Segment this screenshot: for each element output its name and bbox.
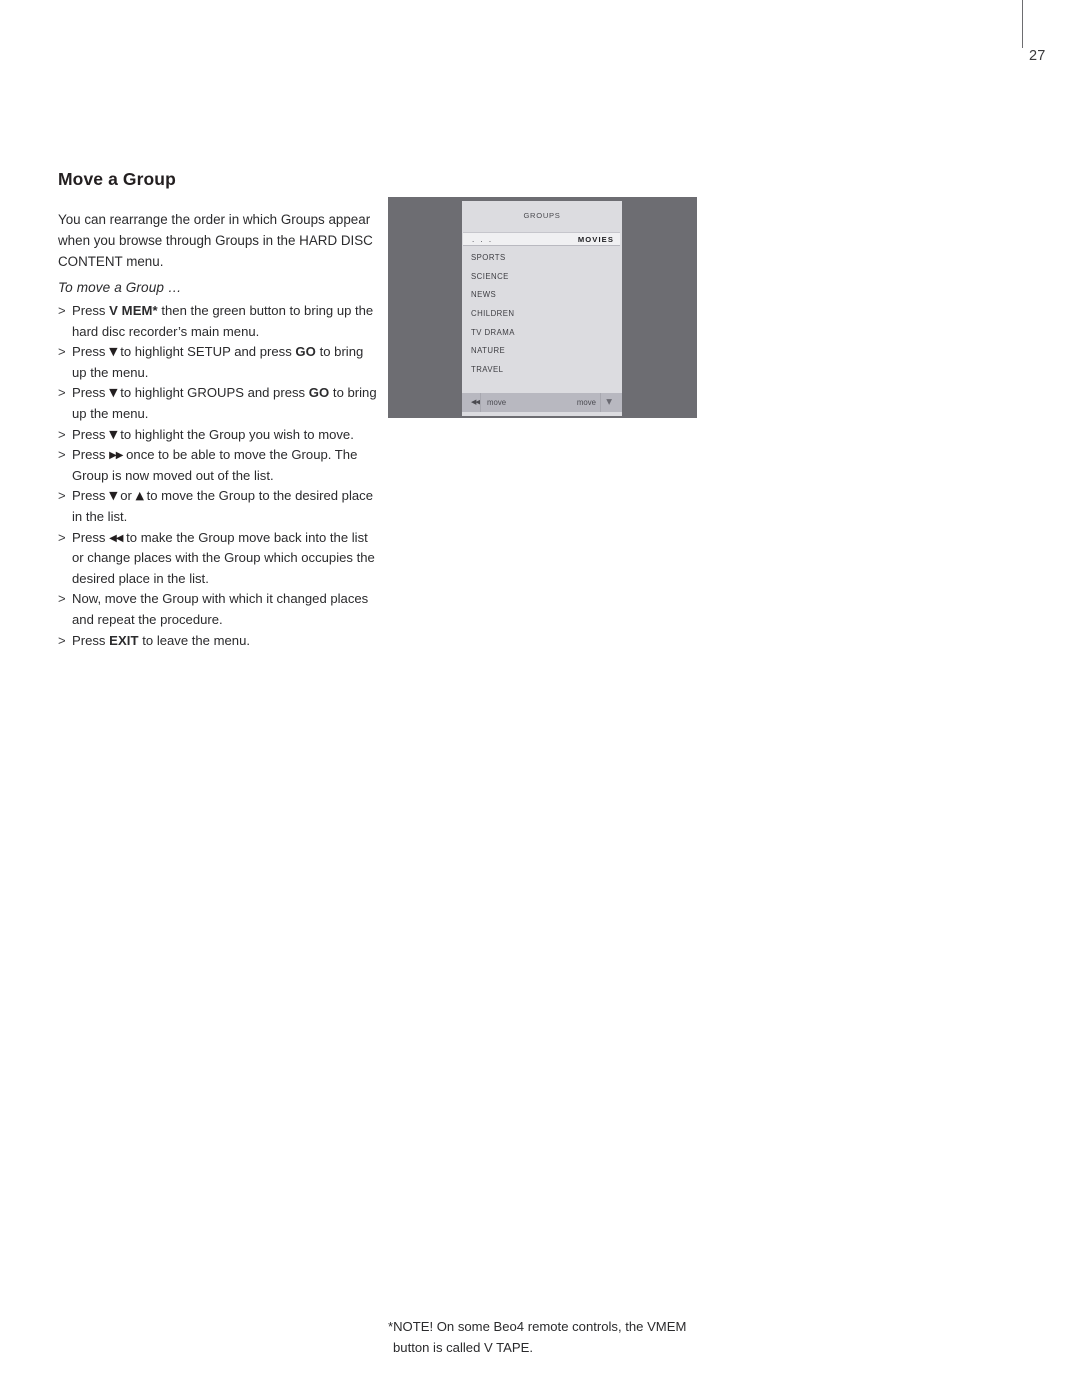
tv-screen-figure: GROUPS . . . MOVIES SPORTS SCIENCE NEWS CHI…	[388, 197, 697, 418]
menu-highlighted-row[interactable]: . . . MOVIES	[463, 232, 620, 246]
menu-row-placeholder: . . .	[472, 235, 494, 244]
footnote: *NOTE! On some Beo4 remote controls, the…	[388, 1316, 718, 1358]
arrow-down-icon: ▼	[109, 386, 118, 400]
step-vmem: Press V MEM* then the green button to br…	[58, 301, 380, 342]
page-title: Move a Group	[58, 168, 176, 189]
menu-row-label-movies: MOVIES	[577, 235, 614, 244]
arrow-down-icon: ▼	[109, 427, 118, 441]
rewind-icon: ◀◀	[109, 532, 123, 544]
step-setup: Press ▼ to highlight SETUP and press GO …	[58, 342, 380, 383]
section-subheading: To move a Group …	[58, 280, 182, 295]
step-exit: Press EXIT to leave the menu.	[58, 631, 380, 652]
step-groups: Press ▼ to highlight GROUPS and press GO…	[58, 383, 380, 424]
step-reposition: Press ▼ or ▲ to move the Group to the de…	[58, 486, 380, 527]
rewind-icon[interactable]: ◀◀	[471, 398, 481, 406]
intro-paragraph: You can rearrange the order in which Gro…	[58, 212, 373, 269]
menu-list-item[interactable]: TV DRAMA	[471, 328, 616, 348]
menu-list-item[interactable]: SCIENCE	[471, 272, 616, 292]
page-number: 27	[1029, 48, 1046, 64]
step-repeat: Now, move the Group with which it change…	[58, 589, 380, 630]
menu-list-item[interactable]: CHILDREN	[471, 310, 616, 329]
remote-button-label: GO	[295, 344, 316, 360]
footer-divider-right	[600, 393, 601, 412]
remote-button-label: V MEM*	[109, 303, 158, 318]
instruction-step-list: Press V MEM* then the green button to br…	[58, 301, 380, 651]
footnote-line-1: *NOTE! On some Beo4 remote controls, the…	[388, 1319, 687, 1334]
footer-move-right-label: move	[576, 398, 596, 407]
step-move-back: Press ◀◀ to make the Group move back int…	[58, 528, 380, 590]
footnote-line-2: button is called V TAPE.	[393, 1340, 533, 1355]
menu-list-item[interactable]: NEWS	[471, 291, 616, 310]
step-highlight-group: Press ▼ to highlight the Group you wish …	[58, 425, 380, 446]
menu-footer-bar: ◀◀ move move ▼	[462, 393, 622, 412]
page-rule-divider	[1022, 0, 1023, 48]
footer-divider-left	[480, 393, 481, 412]
menu-list-item[interactable]: SPORTS	[471, 254, 616, 273]
menu-title: GROUPS	[523, 211, 561, 220]
arrow-down-icon: ▼	[109, 345, 118, 359]
remote-button-label: EXIT	[109, 632, 139, 648]
step-move-out: Press ▶▶ once to be able to move the Gro…	[58, 445, 380, 486]
arrow-down-icon: ▼	[109, 489, 118, 503]
menu-list-item[interactable]: TRAVEL	[471, 366, 616, 385]
groups-menu-panel: GROUPS . . . MOVIES SPORTS SCIENCE NEWS CHI…	[462, 201, 622, 416]
arrow-up-icon: ▲	[135, 489, 145, 503]
footer-move-left-label: move	[487, 398, 507, 407]
menu-list-item[interactable]: NATURE	[471, 347, 616, 366]
remote-button-label: GO	[308, 385, 330, 401]
menu-group-list: SPORTS SCIENCE NEWS CHILDREN TV DRAMA NATURE T…	[471, 254, 616, 385]
fast-forward-icon: ▶▶	[109, 450, 123, 462]
arrow-down-icon[interactable]: ▼	[606, 398, 612, 406]
